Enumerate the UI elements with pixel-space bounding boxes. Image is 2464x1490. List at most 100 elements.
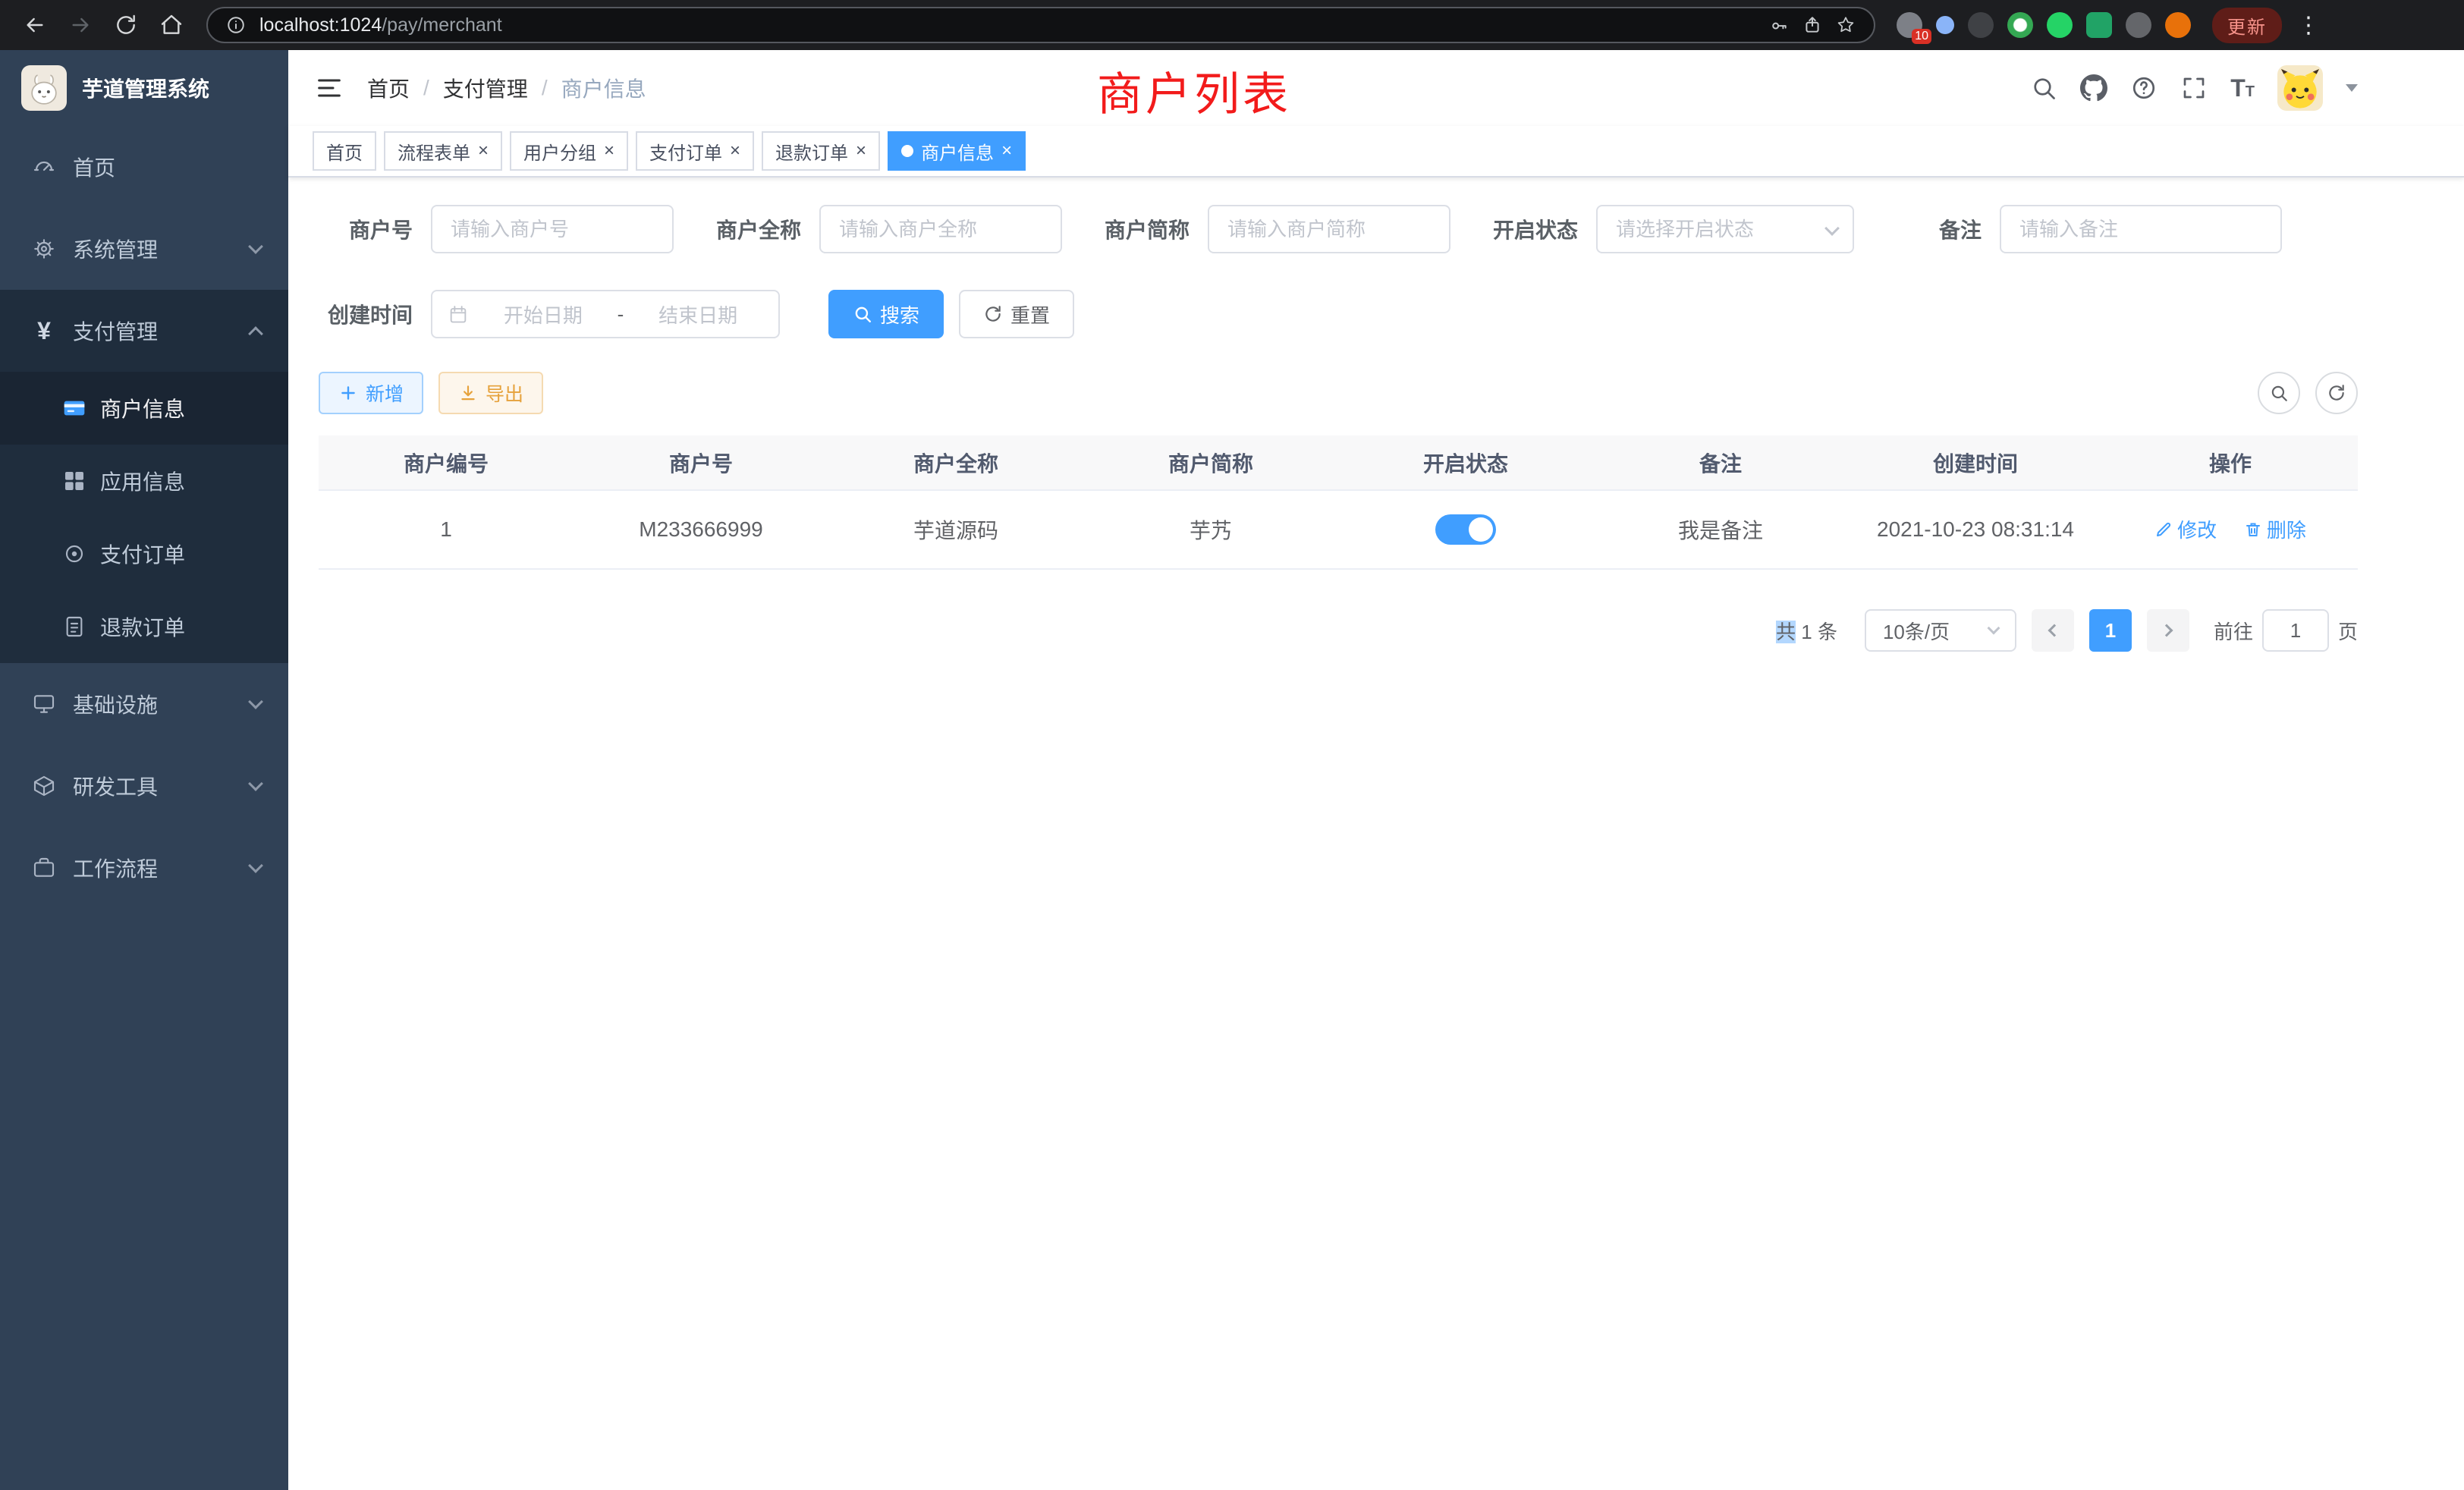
add-button[interactable]: 新增 [319, 372, 423, 414]
remark-input[interactable] [2000, 205, 2282, 253]
field-label: 商户全称 [707, 214, 819, 244]
search-button[interactable]: 搜索 [828, 290, 944, 338]
close-icon[interactable] [478, 142, 489, 160]
home-icon[interactable] [152, 5, 191, 45]
back-icon[interactable] [15, 5, 55, 45]
grid-icon [61, 469, 88, 493]
pencil-icon [2154, 520, 2173, 539]
tab-process-form[interactable]: 流程表单 [384, 131, 502, 171]
github-icon[interactable] [2080, 74, 2107, 102]
url-host: localhost:1024 [259, 14, 382, 36]
profile-avatar-icon[interactable] [2165, 12, 2191, 38]
extension-icon[interactable] [1936, 16, 1954, 34]
yen-icon: ¥ [30, 317, 58, 345]
chevron-down-icon [248, 694, 263, 709]
extension-icon[interactable] [1968, 12, 1994, 38]
extension-icon[interactable] [2086, 12, 2112, 38]
merchant-short-input[interactable] [1208, 205, 1450, 253]
cell-remark: 我是备注 [1593, 490, 1848, 569]
forward-icon[interactable] [61, 5, 100, 45]
extension-icon[interactable] [2047, 12, 2073, 38]
goto-label: 前往 [2214, 617, 2253, 645]
password-key-icon[interactable] [1769, 15, 1789, 35]
goto-page-input[interactable] [2262, 609, 2329, 652]
share-icon[interactable] [1802, 15, 1822, 35]
end-date-placeholder: 结束日期 [633, 300, 763, 328]
close-icon[interactable] [604, 142, 614, 160]
tab-pay-order[interactable]: 支付订单 [636, 131, 754, 171]
close-icon[interactable] [730, 142, 740, 160]
address-bar[interactable]: localhost:1024/pay/merchant [206, 7, 1875, 43]
prev-page-button[interactable] [2032, 609, 2074, 652]
close-icon[interactable] [1001, 142, 1012, 160]
fullscreen-icon[interactable] [2180, 74, 2208, 102]
sidebar-item-label: 工作流程 [73, 853, 250, 883]
sidebar-item-home[interactable]: 首页 [0, 126, 288, 208]
monitor-icon [30, 692, 58, 716]
extension-icon[interactable]: 10 [1897, 12, 1922, 38]
app-logo[interactable]: 芋道管理系统 [0, 50, 288, 126]
refresh-table-button[interactable] [2315, 372, 2358, 414]
breadcrumb-separator [542, 76, 548, 100]
tab-user-group[interactable]: 用户分组 [510, 131, 628, 171]
tab-refund-order[interactable]: 退款订单 [762, 131, 880, 171]
sidebar-item-refund-order[interactable]: 退款订单 [0, 590, 288, 663]
merchant-no-input[interactable] [431, 205, 674, 253]
sidebar-item-workflow[interactable]: 工作流程 [0, 827, 288, 909]
column-header: 商户简称 [1083, 435, 1338, 490]
sidebar-item-dev-tools[interactable]: 研发工具 [0, 745, 288, 827]
collapse-menu-icon[interactable] [300, 59, 358, 117]
date-range-picker[interactable]: 开始日期 - 结束日期 [431, 290, 780, 338]
edit-button[interactable]: 修改 [2154, 515, 2217, 543]
reset-button[interactable]: 重置 [959, 290, 1074, 338]
chevron-down-icon [1987, 622, 2000, 635]
delete-button[interactable]: 删除 [2244, 515, 2306, 543]
bookmark-star-icon[interactable] [1836, 15, 1856, 35]
chevron-down-icon [248, 858, 263, 873]
font-size-icon[interactable]: TT [2230, 76, 2255, 100]
download-icon [458, 383, 478, 403]
page-number-button[interactable]: 1 [2089, 609, 2132, 652]
sidebar-item-app-info[interactable]: 应用信息 [0, 445, 288, 517]
next-page-button[interactable] [2147, 609, 2189, 652]
date-separator: - [618, 303, 624, 326]
breadcrumb-item[interactable]: 首页 [367, 73, 410, 103]
extension-icon[interactable] [2007, 12, 2033, 38]
status-switch[interactable] [1435, 514, 1496, 545]
sidebar-item-label: 基础设施 [73, 689, 250, 719]
field-label: 创建时间 [319, 299, 431, 329]
browser-update-button[interactable]: 更新 [2212, 8, 2282, 43]
tab-home[interactable]: 首页 [313, 131, 376, 171]
close-icon[interactable] [856, 142, 866, 160]
breadcrumb-item[interactable]: 支付管理 [443, 73, 528, 103]
page-size-select[interactable]: 10条/页 [1865, 609, 2016, 652]
sidebar-item-payment[interactable]: ¥ 支付管理 [0, 290, 288, 372]
table-row: 1 M233666999 芋道源码 芋艿 我是备注 2021-10-23 08:… [319, 490, 2358, 569]
cell-create-time: 2021-10-23 08:31:14 [1848, 490, 2103, 569]
button-label: 搜索 [880, 300, 919, 328]
toggle-search-button[interactable] [2258, 372, 2300, 414]
search-icon[interactable] [2030, 74, 2057, 102]
extension-icon[interactable] [2126, 12, 2151, 38]
sidebar-item-system[interactable]: 系统管理 [0, 208, 288, 290]
sidebar-item-label: 退款订单 [100, 611, 288, 642]
help-icon[interactable] [2130, 74, 2158, 102]
sidebar-item-merchant-info[interactable]: 商户信息 [0, 372, 288, 445]
status-select[interactable] [1596, 205, 1854, 253]
browser-menu-icon[interactable] [2297, 12, 2318, 39]
column-header: 开启状态 [1338, 435, 1593, 490]
button-label: 删除 [2267, 515, 2306, 543]
column-header: 商户号 [574, 435, 828, 490]
merchant-name-input[interactable] [819, 205, 1062, 253]
cell-actions: 修改 删除 [2103, 490, 2358, 569]
user-avatar[interactable] [2277, 65, 2323, 111]
refresh-icon[interactable] [106, 5, 146, 45]
tab-merchant-info[interactable]: 商户信息 [888, 131, 1026, 171]
export-button[interactable]: 导出 [438, 372, 543, 414]
chevron-down-icon[interactable] [2346, 84, 2358, 92]
document-icon [61, 615, 88, 639]
sidebar-item-infrastructure[interactable]: 基础设施 [0, 663, 288, 745]
cell-merchant-id: 1 [319, 490, 574, 569]
sidebar-item-pay-order[interactable]: 支付订单 [0, 517, 288, 590]
table-header-row: 商户编号 商户号 商户全称 商户简称 开启状态 备注 创建时间 操作 [319, 435, 2358, 490]
